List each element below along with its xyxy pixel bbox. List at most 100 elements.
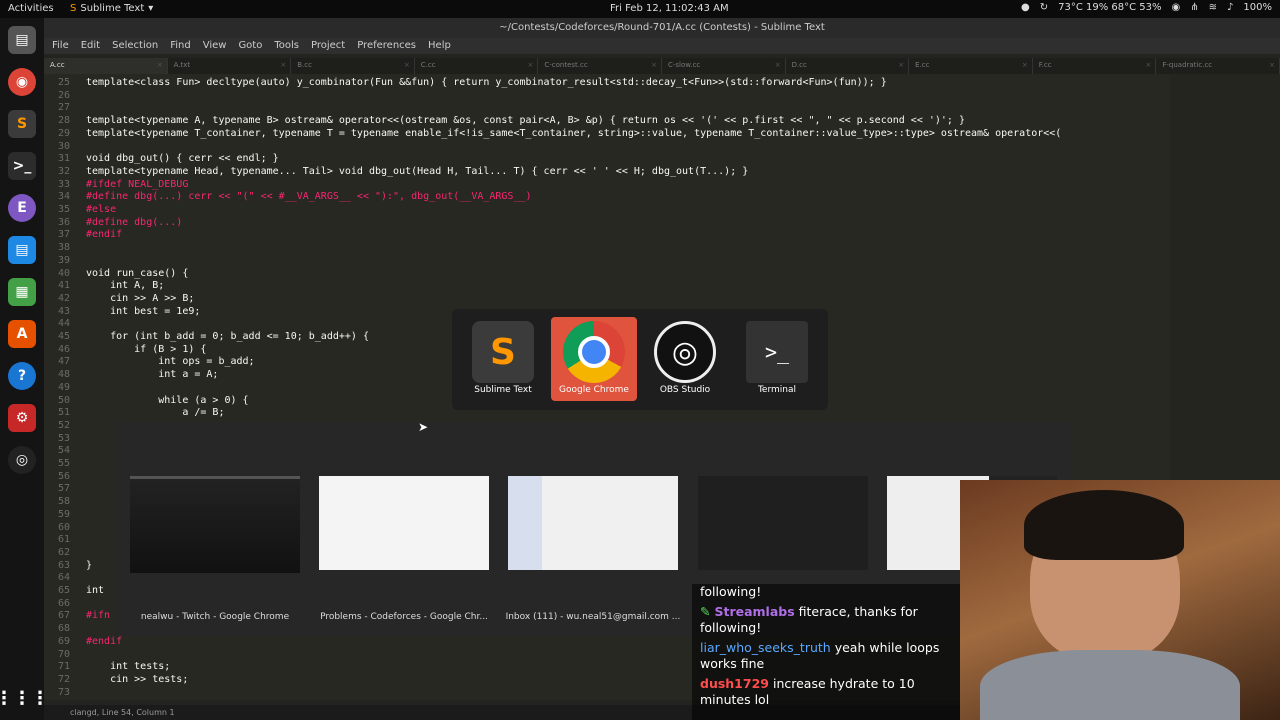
update-icon[interactable]: ↻ xyxy=(1040,2,1048,13)
code-line[interactable]: 55 xyxy=(44,458,86,471)
code-line[interactable]: 70 xyxy=(44,649,86,662)
battery-readout[interactable]: 100% xyxy=(1243,2,1272,13)
tab-e-cc[interactable]: E.cc × xyxy=(909,58,1033,74)
terminal-icon[interactable]: >_ xyxy=(8,152,36,180)
files-icon[interactable]: ▤ xyxy=(8,26,36,54)
code-line[interactable]: 40 void run_case() { xyxy=(44,268,188,281)
calc-icon[interactable]: ▦ xyxy=(8,278,36,306)
clock[interactable]: Fri Feb 12, 11:02:43 AM xyxy=(610,3,729,14)
code-line[interactable]: 38 xyxy=(44,242,86,255)
code-line[interactable]: 57 xyxy=(44,483,86,496)
code-line[interactable]: 50 while (a > 0) { xyxy=(44,395,249,408)
code-line[interactable]: 31 void dbg_out() { cerr << endl; } xyxy=(44,153,279,166)
code-line[interactable]: 54 xyxy=(44,445,86,458)
close-icon[interactable]: × xyxy=(775,61,781,69)
menu-help[interactable]: Help xyxy=(428,38,451,54)
obs-tray-icon[interactable]: ● xyxy=(1021,2,1030,13)
code-line[interactable]: 48 int a = A; xyxy=(44,369,219,382)
switcher-terminal[interactable]: >_ Terminal xyxy=(734,317,820,401)
close-icon[interactable]: × xyxy=(1022,61,1028,69)
menu-selection[interactable]: Selection xyxy=(112,38,158,54)
window-preview-twitch[interactable]: nealwu - Twitch - Google Chrome xyxy=(130,476,300,622)
code-line[interactable]: 72 cin >> tests; xyxy=(44,674,188,687)
code-line[interactable]: 67 #ifn xyxy=(44,610,110,623)
code-line[interactable]: 73 xyxy=(44,687,86,700)
menu-file[interactable]: File xyxy=(52,38,69,54)
code-line[interactable]: 25 template<class Fun> decltype(auto) y_c… xyxy=(44,77,887,90)
menu-tools[interactable]: Tools xyxy=(274,38,299,54)
code-line[interactable]: 58 xyxy=(44,496,86,509)
code-line[interactable]: 46 if (B > 1) { xyxy=(44,344,206,357)
code-line[interactable]: 29 template<typename T_container, typenam… xyxy=(44,128,1061,141)
code-line[interactable]: 36 #define dbg(...) xyxy=(44,217,182,230)
code-line[interactable]: 39 xyxy=(44,255,86,268)
tab-c-slow-cc[interactable]: C-slow.cc × xyxy=(662,58,786,74)
menu-preferences[interactable]: Preferences xyxy=(357,38,416,54)
close-icon[interactable]: × xyxy=(1145,61,1151,69)
tab-f-cc[interactable]: F.cc × xyxy=(1033,58,1157,74)
app-menu[interactable]: S Sublime Text ▾ xyxy=(70,3,153,14)
code-line[interactable]: 42 cin >> A >> B; xyxy=(44,293,194,306)
code-line[interactable]: 37 #endif xyxy=(44,229,122,242)
code-line[interactable]: 32 template<typename Head, typename... Ta… xyxy=(44,166,748,179)
code-line[interactable]: 30 xyxy=(44,141,86,154)
code-line[interactable]: 49 xyxy=(44,382,86,395)
code-line[interactable]: 60 xyxy=(44,522,86,535)
chrome-tray-icon[interactable]: ◉ xyxy=(1172,2,1181,13)
sensors-readout[interactable]: 73°C 19% 68°C 53% xyxy=(1058,2,1161,13)
tab-b-cc[interactable]: B.cc × xyxy=(291,58,415,74)
code-line[interactable]: 47 int ops = b_add; xyxy=(44,356,255,369)
menu-project[interactable]: Project xyxy=(311,38,345,54)
help-icon[interactable]: ? xyxy=(8,362,36,390)
menu-goto[interactable]: Goto xyxy=(238,38,262,54)
close-icon[interactable]: × xyxy=(898,61,904,69)
code-line[interactable]: 28 template<typename A, typename B> ostre… xyxy=(44,115,965,128)
code-line[interactable]: 66 xyxy=(44,598,86,611)
system-tray[interactable]: ● ↻ 73°C 19% 68°C 53% ◉ ⋔ ≋ ♪ 100% xyxy=(1021,2,1272,13)
activities-button[interactable]: Activities xyxy=(8,3,54,14)
code-line[interactable]: 45 for (int b_add = 0; b_add <= 10; b_ad… xyxy=(44,331,369,344)
close-icon[interactable]: × xyxy=(404,61,410,69)
code-line[interactable]: 52 xyxy=(44,420,86,433)
close-icon[interactable]: × xyxy=(157,61,163,69)
network-icon[interactable]: ⋔ xyxy=(1190,2,1198,13)
window-preview-gmail[interactable]: Inbox (111) - wu.neal51@gmail.com ... xyxy=(506,476,680,622)
switcher-obs[interactable]: ◎ OBS Studio xyxy=(642,317,728,401)
code-line[interactable]: 61 xyxy=(44,534,86,547)
close-icon[interactable]: × xyxy=(528,61,534,69)
code-line[interactable]: 62 xyxy=(44,547,86,560)
close-icon[interactable]: × xyxy=(280,61,286,69)
menu-edit[interactable]: Edit xyxy=(81,38,100,54)
close-icon[interactable]: × xyxy=(1269,61,1275,69)
code-line[interactable]: 41 int A, B; xyxy=(44,280,164,293)
code-line[interactable]: 56 xyxy=(44,471,86,484)
tab-c-contest-cc[interactable]: C-contest.cc × xyxy=(538,58,662,74)
code-line[interactable]: 35 #else xyxy=(44,204,116,217)
code-line[interactable]: 53 xyxy=(44,433,86,446)
window-preview-dark[interactable] xyxy=(698,476,868,570)
code-line[interactable]: 71 int tests; xyxy=(44,661,170,674)
code-line[interactable]: 33 #ifdef NEAL_DEBUG xyxy=(44,179,188,192)
code-line[interactable]: 65 int xyxy=(44,585,104,598)
tab-c-cc[interactable]: C.cc × xyxy=(415,58,539,74)
switcher-sublime[interactable]: S Sublime Text xyxy=(460,317,546,401)
tab-a-txt[interactable]: A.txt × xyxy=(168,58,292,74)
window-preview-codeforces[interactable]: Problems - Codeforces - Google Chr... xyxy=(319,476,489,622)
code-line[interactable]: 63} xyxy=(44,560,92,573)
code-line[interactable]: 59 xyxy=(44,509,86,522)
emacs-icon[interactable]: E xyxy=(8,194,36,222)
code-line[interactable]: 43 int best = 1e9; xyxy=(44,306,200,319)
chrome-icon[interactable]: ◉ xyxy=(8,68,36,96)
writer-icon[interactable]: ▤ xyxy=(8,236,36,264)
code-line[interactable]: 69 #endif xyxy=(44,636,122,649)
sublime-icon[interactable]: S xyxy=(8,110,36,138)
tab-d-cc[interactable]: D.cc × xyxy=(786,58,910,74)
close-icon[interactable]: × xyxy=(651,61,657,69)
wifi-icon[interactable]: ≋ xyxy=(1209,2,1217,13)
code-line[interactable]: 34 #define dbg(...) cerr << "(" << #__VA_… xyxy=(44,191,532,204)
menu-view[interactable]: View xyxy=(203,38,227,54)
code-line[interactable]: 68 xyxy=(44,623,86,636)
switcher-chrome[interactable]: Google Chrome xyxy=(551,317,637,401)
code-line[interactable]: 64 xyxy=(44,572,86,585)
tab-a-cc[interactable]: A.cc × xyxy=(44,58,168,74)
